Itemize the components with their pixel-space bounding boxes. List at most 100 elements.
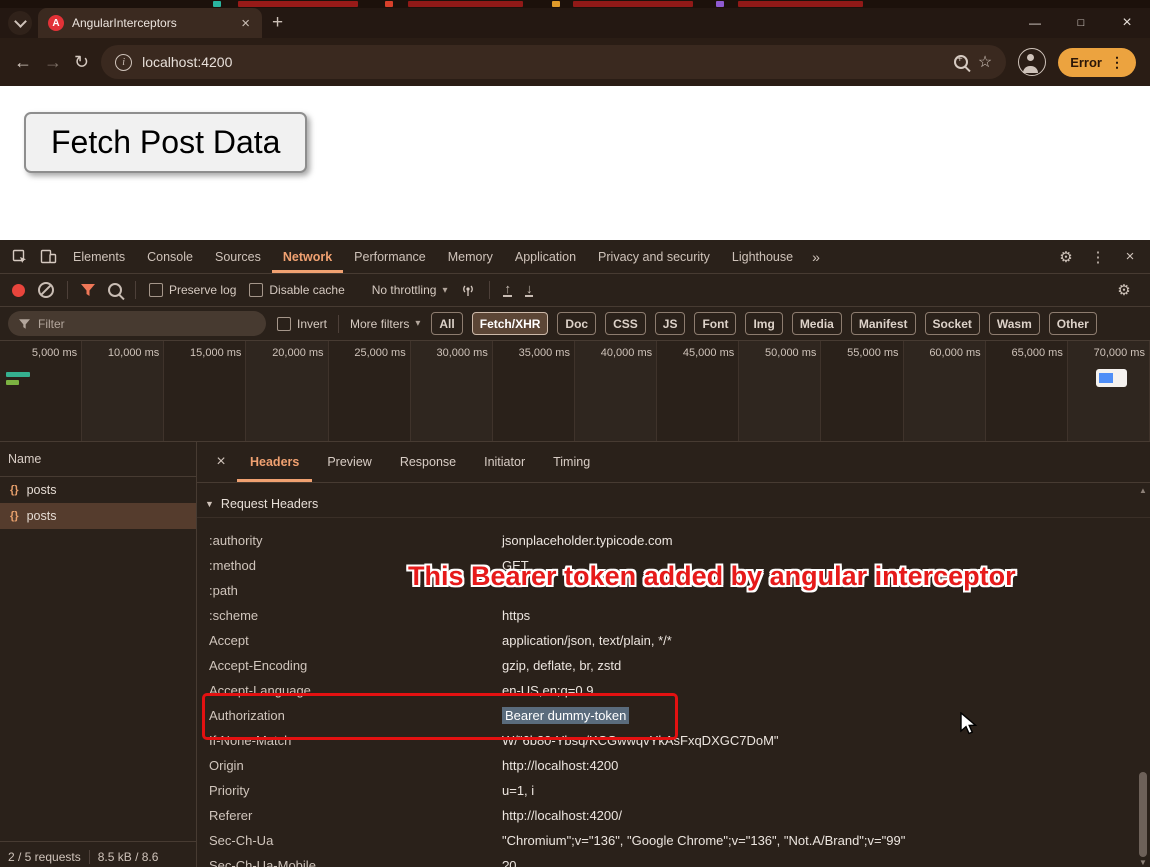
filter-chip-img[interactable]: Img (745, 312, 783, 335)
throttling-dropdown[interactable]: No throttling ▾ (372, 283, 448, 297)
tab-preview[interactable]: Preview (314, 442, 384, 482)
fetch-post-data-button[interactable]: Fetch Post Data (24, 112, 308, 173)
request-row-selected[interactable]: {} posts (0, 503, 196, 529)
reload-button[interactable]: ↻ (74, 52, 89, 73)
tab-timing[interactable]: Timing (540, 442, 603, 482)
tab-response[interactable]: Response (387, 442, 469, 482)
devtools-menu-icon[interactable]: ⋮ (1084, 240, 1112, 273)
disable-cache-label: Disable cache (269, 283, 345, 297)
tab-privacy-security[interactable]: Privacy and security (587, 240, 721, 273)
divider (338, 314, 340, 333)
header-name: Accept (209, 633, 249, 648)
scrollbar-thumb[interactable] (1139, 772, 1147, 857)
filter-chip-js[interactable]: JS (654, 312, 686, 335)
close-details-icon[interactable]: × (207, 442, 235, 482)
tab-memory[interactable]: Memory (437, 240, 504, 273)
minimize-button[interactable]: — (1012, 8, 1058, 38)
chevron-down-icon (13, 14, 27, 28)
request-row[interactable]: {} posts (0, 477, 196, 503)
zoom-icon[interactable]: + (953, 54, 971, 73)
filter-chip-media[interactable]: Media (791, 312, 842, 335)
tab-headers[interactable]: Headers (237, 442, 312, 482)
filter-chip-doc[interactable]: Doc (557, 312, 597, 335)
header-value: http://localhost:4200/ (502, 808, 622, 823)
network-settings-gear-icon[interactable]: ⚙ (1110, 274, 1138, 307)
tab-application[interactable]: Application (504, 240, 587, 273)
new-tab-button[interactable]: + (272, 12, 283, 34)
filter-chip-fetch-xhr[interactable]: Fetch/XHR (471, 312, 549, 335)
network-overview-timeline[interactable]: 5,000 ms 10,000 ms 15,000 ms 20,000 ms 2… (0, 341, 1150, 442)
filter-funnel-icon (19, 318, 30, 329)
header-value: W/"6b80-Ybsq/KCGwwqvYkAsFxqDXGC7DoM" (502, 733, 779, 748)
export-har-icon[interactable]: ↓ (524, 282, 534, 297)
header-value: "Chromium";v="136", "Google Chrome";v="1… (502, 833, 906, 848)
filter-chip-wasm[interactable]: Wasm (988, 312, 1040, 335)
filter-input[interactable]: Filter (8, 311, 266, 336)
filter-chip-manifest[interactable]: Manifest (850, 312, 916, 335)
header-name: Accept-Language (209, 683, 311, 698)
timeline-tick-label: 5,000 ms (31, 347, 78, 359)
more-panels-icon[interactable]: » (804, 249, 828, 265)
header-row-authorization: Authorization Bearer dummy-token (197, 703, 1150, 728)
filter-funnel-icon[interactable] (81, 284, 95, 296)
filter-chip-other[interactable]: Other (1048, 312, 1097, 335)
invert-checkbox[interactable]: Invert (277, 316, 327, 331)
browser-menu-icon[interactable]: ⋮ (1110, 54, 1124, 71)
import-har-icon[interactable]: ↑ (503, 282, 512, 297)
tab-initiator[interactable]: Initiator (471, 442, 538, 482)
scroll-up-icon[interactable]: ▲ (1139, 486, 1147, 495)
tab-console[interactable]: Console (136, 240, 204, 273)
browser-tab[interactable]: A AngularInterceptors × (38, 8, 262, 38)
profile-avatar-icon[interactable] (1018, 48, 1047, 76)
tab-elements[interactable]: Elements (62, 240, 136, 273)
request-type-chips: All Fetch/XHR Doc CSS JS Font Img Media … (431, 312, 1097, 335)
details-scrollbar[interactable]: ▲ ▼ (1137, 482, 1150, 867)
timeline-selection-handle[interactable] (1096, 369, 1127, 387)
details-tab-strip: × Headers Preview Response Initiator Tim… (197, 442, 1150, 483)
site-info-icon[interactable]: i (115, 53, 133, 71)
request-waterfall-bar (6, 380, 19, 385)
request-list-panel: Name {} posts {} posts 2 / 5 requests 8.… (0, 442, 197, 867)
filter-chip-socket[interactable]: Socket (924, 312, 980, 335)
network-status-bar: 2 / 5 requests 8.5 kB / 8.6 (0, 841, 196, 867)
filter-chip-all[interactable]: All (431, 312, 463, 335)
request-headers-section-header[interactable]: ▼ Request Headers (197, 491, 1150, 518)
address-bar[interactable]: i localhost:4200 + ☆ (101, 45, 1007, 79)
forward-button[interactable]: → (44, 52, 62, 73)
timeline-tick-label: 15,000 ms (190, 347, 242, 359)
clear-network-log-icon[interactable] (38, 282, 54, 298)
devtools-close-icon[interactable]: × (1116, 240, 1144, 273)
preserve-log-checkbox[interactable]: Preserve log (149, 283, 236, 297)
filter-chip-font[interactable]: Font (694, 312, 737, 335)
more-filters-dropdown[interactable]: More filters ▾ (350, 317, 420, 331)
tab-network[interactable]: Network (272, 240, 343, 273)
tab-performance[interactable]: Performance (343, 240, 437, 273)
network-conditions-icon[interactable] (460, 284, 476, 297)
back-button[interactable]: ← (14, 52, 32, 73)
timeline-tick-label: 30,000 ms (436, 347, 488, 359)
disable-cache-checkbox[interactable]: Disable cache (249, 283, 345, 297)
inspect-element-icon[interactable] (6, 240, 34, 273)
header-row: :scheme https (197, 603, 1150, 628)
search-icon[interactable] (108, 283, 125, 301)
tab-close-icon[interactable]: × (239, 15, 252, 32)
tab-sources[interactable]: Sources (204, 240, 272, 273)
url-text[interactable]: localhost:4200 (142, 54, 232, 70)
preserve-log-label: Preserve log (169, 283, 237, 297)
scroll-down-icon[interactable]: ▼ (1139, 858, 1147, 867)
divider (67, 281, 68, 299)
window-close-button[interactable]: × (1104, 8, 1150, 38)
filter-chip-css[interactable]: CSS (605, 312, 646, 335)
record-network-log-button[interactable] (12, 283, 25, 297)
tab-lighthouse[interactable]: Lighthouse (721, 240, 804, 273)
tab-search-button[interactable] (8, 11, 32, 35)
name-column-header[interactable]: Name (0, 442, 196, 477)
device-toolbar-icon[interactable] (34, 240, 62, 273)
background-window-strip (0, 0, 1150, 8)
more-filters-label: More filters (350, 316, 410, 331)
settings-gear-icon[interactable]: ⚙ (1052, 240, 1080, 273)
browser-menu-error-badge[interactable]: Error ⋮ (1058, 47, 1136, 77)
browser-window: A AngularInterceptors × + — □ × ← → ↻ i … (0, 0, 1150, 867)
bookmark-star-icon[interactable]: ☆ (978, 52, 992, 72)
maximize-button[interactable]: □ (1058, 8, 1104, 38)
